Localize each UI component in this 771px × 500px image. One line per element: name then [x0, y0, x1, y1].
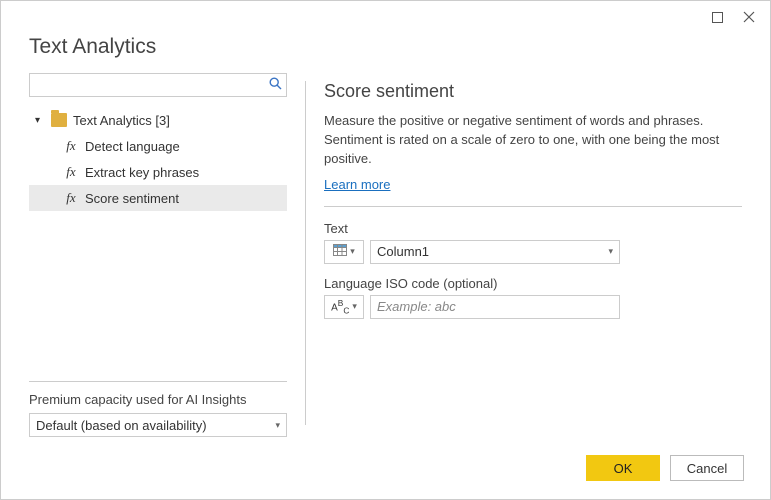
text-column-select[interactable]: Column1 ▾: [370, 240, 620, 264]
ok-button-label: OK: [614, 461, 633, 476]
premium-section: Premium capacity used for AI Insights De…: [29, 373, 287, 437]
tree-root-row[interactable]: ▾ Text Analytics [3]: [29, 107, 287, 133]
language-input[interactable]: [370, 295, 620, 319]
tree-item-label: Score sentiment: [85, 191, 179, 206]
fx-icon: fx: [63, 190, 79, 206]
search-box[interactable]: [29, 73, 287, 97]
divider: [324, 206, 742, 207]
folder-icon: [51, 113, 67, 127]
cancel-button[interactable]: Cancel: [670, 455, 744, 481]
close-icon[interactable]: [742, 10, 756, 24]
abc-icon: ABC: [331, 299, 349, 314]
language-type-picker[interactable]: ABC ▾: [324, 295, 364, 319]
dialog-footer: OK Cancel: [1, 445, 770, 499]
search-icon[interactable]: [269, 77, 282, 93]
panel-description: Measure the positive or negative sentime…: [324, 112, 742, 169]
chevron-down-icon: ▾: [608, 246, 613, 257]
column-icon: [333, 244, 347, 259]
panel-title: Score sentiment: [324, 81, 742, 102]
text-column-value: Column1: [377, 244, 429, 259]
fx-icon: fx: [63, 164, 79, 180]
dialog-body: ▾ Text Analytics [3] fx Detect language …: [1, 73, 770, 445]
tree-item-label: Detect language: [85, 139, 180, 154]
tree-item-extract-key-phrases[interactable]: fx Extract key phrases: [29, 159, 287, 185]
language-field-row: ABC ▾: [324, 295, 742, 319]
language-field-label: Language ISO code (optional): [324, 276, 742, 291]
premium-selected-value: Default (based on availability): [36, 418, 207, 433]
ok-button[interactable]: OK: [586, 455, 660, 481]
chevron-down-icon: ▾: [275, 420, 280, 431]
text-field-row: ▾ Column1 ▾: [324, 240, 742, 264]
premium-label: Premium capacity used for AI Insights: [29, 392, 287, 407]
text-field-label: Text: [324, 221, 742, 236]
divider: [29, 381, 287, 382]
dialog-title: Text Analytics: [1, 33, 770, 73]
fx-icon: fx: [63, 138, 79, 154]
titlebar: [1, 1, 770, 33]
dialog-window: Text Analytics ▾ Text Analytics [3] fx D…: [0, 0, 771, 500]
cancel-button-label: Cancel: [687, 461, 727, 476]
tree-item-detect-language[interactable]: fx Detect language: [29, 133, 287, 159]
function-tree: ▾ Text Analytics [3] fx Detect language …: [29, 107, 287, 373]
maximize-icon[interactable]: [710, 10, 724, 24]
tree-item-label: Extract key phrases: [85, 165, 199, 180]
learn-more-link[interactable]: Learn more: [324, 177, 390, 192]
tree-item-score-sentiment[interactable]: fx Score sentiment: [29, 185, 287, 211]
chevron-down-icon[interactable]: ▾: [35, 115, 45, 126]
right-pane: Score sentiment Measure the positive or …: [324, 73, 742, 445]
tree-root-label: Text Analytics [3]: [73, 113, 170, 128]
text-type-picker[interactable]: ▾: [324, 240, 364, 264]
premium-capacity-select[interactable]: Default (based on availability) ▾: [29, 413, 287, 437]
search-input[interactable]: [36, 75, 269, 95]
left-pane: ▾ Text Analytics [3] fx Detect language …: [29, 73, 287, 445]
vertical-divider: [305, 81, 306, 425]
chevron-down-icon: ▾: [350, 246, 355, 257]
chevron-down-icon: ▾: [352, 301, 357, 312]
